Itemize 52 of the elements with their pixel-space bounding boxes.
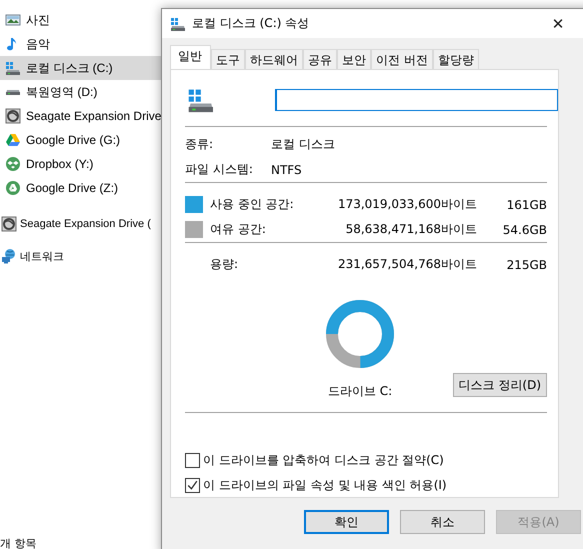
field-label: 여유 공간: — [210, 221, 267, 238]
dialog-button[interactable]: 취소 — [400, 510, 485, 534]
byte-count: 58,638,471,168바이트 — [344, 221, 477, 238]
name-field[interactable] — [274, 89, 558, 111]
field-label: 사용 중인 공간: — [210, 196, 295, 213]
field-label: 용량: — [210, 256, 240, 273]
size-value: 161GB — [506, 198, 547, 212]
drive-label: 드라이브 C: — [328, 383, 392, 400]
checkbox[interactable] — [185, 478, 200, 493]
nav-item[interactable]: Seagate Expansion Drive ( — [0, 208, 165, 240]
item-count: 개 항목 — [0, 536, 36, 549]
tab[interactable]: 도구 — [211, 49, 245, 69]
disk-cleanup-button[interactable]: 디스크 정리(D) — [452, 373, 547, 397]
tab[interactable]: 할당량 — [432, 49, 479, 69]
triangle-logo-icon — [5, 180, 21, 196]
field-value: NTFS — [271, 162, 302, 176]
ok-button[interactable]: 확인 — [304, 510, 389, 534]
disk-drive-icon — [1, 216, 17, 232]
checkbox[interactable] — [185, 453, 200, 468]
byte-count: 173,019,033,600바이트 — [336, 196, 477, 213]
nav-item[interactable]: Dropbox (Y:) — [0, 152, 165, 176]
triangle-logo-icon — [5, 132, 21, 148]
tab[interactable]: 일반 — [170, 45, 211, 69]
field-label: 종류: — [185, 136, 214, 153]
field-value: 로컬 디스크 — [271, 136, 335, 153]
tab[interactable]: 보안 — [337, 49, 371, 69]
usage-donut — [325, 299, 395, 369]
drive-icon — [5, 88, 21, 96]
tab[interactable]: 이전 버전 — [371, 49, 433, 69]
windows-drive-icon — [170, 16, 186, 32]
field-label: 파일 시스템: — [185, 161, 254, 178]
globe-computer-icon — [1, 248, 17, 264]
tab[interactable]: 하드웨어 — [245, 49, 303, 69]
nav-item[interactable]: Google Drive (Z:) — [0, 176, 165, 200]
windows-drive-icon — [5, 60, 21, 76]
tab[interactable]: 공유 — [303, 49, 337, 69]
window-title: 로컬 디스크 (C:) 속성 — [192, 15, 310, 32]
picture-icon — [5, 12, 21, 28]
size-value: 54.6GB — [502, 222, 547, 236]
nav-item[interactable]: 사진 — [0, 8, 165, 32]
byte-count: 231,657,504,768바이트 — [336, 256, 477, 273]
nav-item[interactable]: Google Drive (G:) — [0, 128, 165, 152]
nav-item[interactable]: 음악 — [0, 32, 165, 56]
box-logo-icon — [5, 156, 21, 172]
size-value: 215GB — [506, 258, 547, 272]
nav-item[interactable]: 복원영역 (D:) — [0, 80, 165, 104]
close-button[interactable]: ✕ — [538, 9, 578, 38]
nav-item[interactable]: 네트워크 — [0, 240, 165, 272]
nav-item[interactable]: Seagate Expansion Drive — [0, 104, 165, 128]
checkbox-label: 이 드라이브의 파일 속성 및 내용 색인 허용(I) — [203, 477, 447, 494]
checkbox-label: 이 드라이브를 압축하여 디스크 공간 절약(C) — [203, 452, 444, 469]
disk-drive-icon — [5, 108, 21, 124]
